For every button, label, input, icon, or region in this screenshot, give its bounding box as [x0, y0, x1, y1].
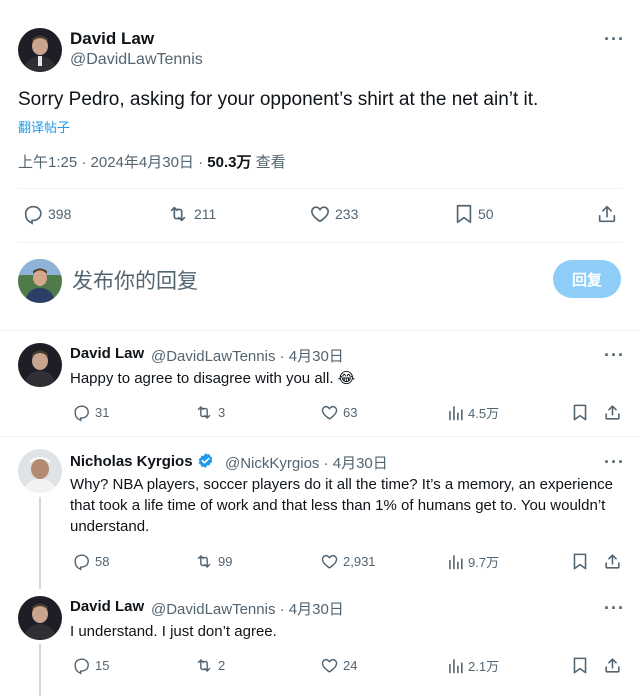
author-avatar[interactable]: [18, 28, 62, 72]
share-icon: [605, 405, 620, 420]
divider: [18, 242, 622, 243]
retweet-button[interactable]: 3: [194, 403, 225, 422]
bookmark-icon: [573, 657, 587, 674]
retweet-button[interactable]: 211: [166, 203, 216, 225]
divider: [18, 188, 622, 189]
reply-avatar[interactable]: [18, 449, 62, 493]
share-icon: [598, 205, 616, 223]
verified-badge-icon: [198, 453, 212, 468]
bookmark-button[interactable]: [572, 403, 588, 422]
bookmark-icon: [573, 404, 587, 421]
heart-icon: [321, 554, 338, 569]
author-name[interactable]: David Law: [70, 29, 154, 49]
reply-text: I understand. I just don’t agree.: [70, 623, 277, 640]
reply-avatar[interactable]: [18, 596, 62, 640]
like-button[interactable]: 233: [309, 203, 358, 225]
divider: [0, 436, 640, 437]
reply-author-handle[interactable]: @DavidLawTennis · 4月30日: [151, 598, 344, 619]
reply-button[interactable]: 398: [22, 203, 71, 225]
views-button[interactable]: 2.1万: [447, 656, 499, 675]
like-count: 24: [343, 658, 358, 673]
retweet-count: 3: [218, 405, 226, 420]
author-handle[interactable]: @DavidLawTennis: [70, 51, 203, 69]
view-count: 9.7万: [468, 555, 500, 570]
reply-icon: [24, 205, 42, 225]
thread-line: [39, 497, 41, 589]
retweet-button[interactable]: 99: [194, 552, 232, 571]
share-button[interactable]: [596, 203, 618, 225]
retweet-count: 2: [218, 658, 226, 673]
share-icon: [605, 554, 620, 569]
reply-icon: [74, 554, 89, 571]
reply-icon: [74, 405, 89, 422]
like-count: 63: [343, 405, 358, 420]
current-user-avatar[interactable]: [18, 259, 62, 303]
reply-author-name[interactable]: Nicholas Kyrgios: [70, 452, 214, 470]
reply-submit-button[interactable]: 回复: [553, 260, 621, 298]
reply-avatar[interactable]: [18, 343, 62, 387]
reply-author-name[interactable]: David Law: [70, 598, 144, 615]
reply-author-handle[interactable]: @DavidLawTennis · 4月30日: [151, 345, 344, 366]
retweet-count: 99: [218, 554, 233, 569]
retweet-button[interactable]: 2: [194, 656, 225, 675]
heart-icon: [321, 658, 338, 673]
heart-icon: [311, 206, 329, 223]
more-options-icon[interactable]: ···: [604, 346, 625, 364]
reply-count: 31: [95, 405, 110, 420]
reply-input[interactable]: 发布你的回复: [72, 265, 198, 295]
reply-author-name[interactable]: David Law: [70, 345, 144, 362]
like-count: 233: [335, 206, 359, 222]
views-button[interactable]: 9.7万: [447, 552, 499, 571]
view-label: 查看: [251, 154, 286, 171]
share-button[interactable]: [603, 656, 622, 675]
retweet-icon: [197, 659, 211, 672]
reply-author-handle[interactable]: @NickKyrgios · 4月30日: [225, 452, 388, 473]
more-options-icon[interactable]: ···: [604, 599, 625, 617]
tweet-text: Sorry Pedro, asking for your opponent’s …: [18, 89, 539, 110]
bookmark-button[interactable]: 50: [454, 203, 494, 225]
more-options-icon[interactable]: ···: [604, 30, 625, 48]
reply-count: 58: [95, 554, 110, 569]
retweet-icon: [197, 406, 211, 419]
retweet-icon: [170, 206, 186, 222]
bookmark-icon: [456, 204, 472, 224]
like-count: 2,931: [343, 554, 376, 569]
retweet-count: 211: [194, 206, 217, 222]
analytics-icon: [449, 555, 463, 570]
reply-icon: [74, 658, 89, 675]
analytics-icon: [449, 659, 463, 674]
retweet-icon: [197, 555, 211, 568]
analytics-icon: [449, 406, 463, 421]
reply-text: Happy to agree to disagree with you all.…: [70, 370, 356, 387]
share-icon: [605, 658, 620, 673]
reply-text: Why? NBA players, soccer players do it a…: [70, 476, 614, 535]
share-button[interactable]: [603, 552, 622, 571]
view-count: 2.1万: [468, 659, 500, 674]
bookmark-icon: [573, 553, 587, 570]
bookmark-button[interactable]: [572, 552, 588, 571]
bookmark-button[interactable]: [572, 656, 588, 675]
like-button[interactable]: 24: [320, 656, 357, 675]
reply-button[interactable]: 31: [72, 403, 109, 422]
views-button[interactable]: 4.5万: [447, 403, 499, 422]
reply-button[interactable]: 15: [72, 656, 109, 675]
reply-count: 398: [48, 206, 72, 222]
divider: [0, 330, 640, 331]
view-count: 50.3万: [207, 154, 252, 171]
reply-count: 15: [95, 658, 110, 673]
like-button[interactable]: 2,931: [320, 552, 376, 571]
thread-line: [39, 644, 41, 696]
bookmark-count: 50: [478, 206, 494, 222]
heart-icon: [321, 405, 338, 420]
reply-button[interactable]: 58: [72, 552, 109, 571]
translate-link[interactable]: 翻译帖子: [18, 117, 70, 136]
share-button[interactable]: [603, 403, 622, 422]
like-button[interactable]: 63: [320, 403, 357, 422]
tweet-timestamp[interactable]: 上午1:25 · 2024年4月30日 ·: [18, 154, 207, 171]
more-options-icon[interactable]: ···: [604, 453, 625, 471]
view-count: 4.5万: [468, 406, 500, 421]
tweet-meta: 上午1:25 · 2024年4月30日 · 50.3万 查看: [18, 151, 286, 172]
